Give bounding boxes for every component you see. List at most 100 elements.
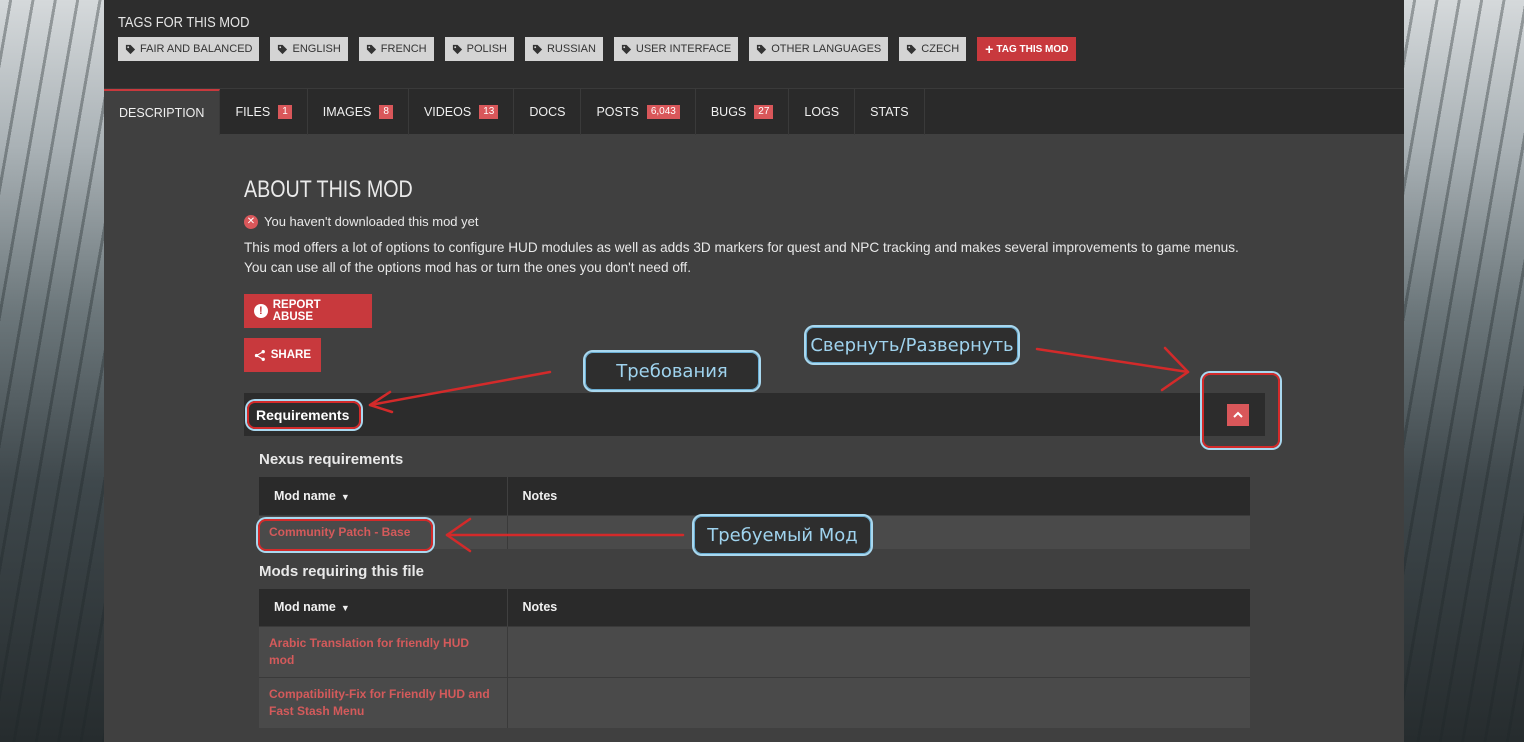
tag-this-mod-button[interactable]: + TAG THIS MOD: [977, 37, 1077, 61]
tab-label: POSTS: [596, 105, 639, 119]
requirements-header[interactable]: Requirements: [244, 393, 1265, 436]
chevron-down-icon: ▼: [340, 491, 350, 502]
tab-docs[interactable]: DOCS: [514, 89, 582, 135]
notes-column-header: Notes: [507, 588, 1250, 627]
tab-label: VIDEOS: [423, 105, 472, 119]
mod-link[interactable]: Arabic Translation for friendly HUD mod: [259, 626, 508, 678]
about-title: ABOUT THIS MOD: [244, 176, 413, 203]
tags-section: TAGS FOR THIS MOD FAIR AND BALANCED ENGL…: [104, 0, 1404, 88]
tag-czech[interactable]: CZECH: [899, 37, 967, 61]
tab-stats[interactable]: STATS: [855, 89, 925, 135]
tag-icon: [621, 44, 631, 54]
tag-russian[interactable]: RUSSIAN: [524, 37, 603, 61]
report-abuse-label: REPORT ABUSE: [272, 299, 321, 323]
mod-tabs: DESCRIPTION FILES 1 IMAGES 8 VIDEOS 13 D…: [104, 88, 1404, 135]
tab-description[interactable]: DESCRIPTION: [104, 89, 221, 135]
tab-videos[interactable]: VIDEOS 13: [409, 89, 515, 135]
mod-name-column-header[interactable]: Mod name ▼: [259, 588, 508, 627]
annotation-required-mod: Требуемый Мод: [692, 514, 873, 556]
tag-icon: [278, 44, 288, 54]
share-button[interactable]: SHARE: [244, 338, 321, 372]
column-label: Mod name: [274, 600, 336, 615]
tab-label: BUGS: [710, 105, 747, 119]
report-abuse-button[interactable]: ! REPORT ABUSE: [244, 294, 372, 328]
table-row: Arabic Translation for friendly HUD mod: [259, 626, 1250, 678]
tab-logs[interactable]: LOGS: [789, 89, 856, 135]
chevron-down-icon: ▼: [340, 603, 350, 614]
count-badge: 27: [754, 105, 774, 119]
notes-cell: [507, 514, 1250, 549]
annotation-collapse: Свернуть/Развернуть: [804, 325, 1020, 365]
tag-icon: [907, 44, 917, 54]
column-label: Mod name: [274, 488, 336, 503]
tab-label: DESCRIPTION: [119, 106, 205, 120]
table-row: Compatibility-Fix for Friendly HUD and F…: [259, 677, 1250, 728]
annotation-text: Требования: [616, 360, 728, 382]
tab-bugs[interactable]: BUGS 27: [696, 89, 790, 135]
tab-label: STATS: [870, 105, 909, 119]
tag-icon: [366, 44, 376, 54]
tab-images[interactable]: IMAGES 8: [308, 89, 409, 135]
tag-user-interface[interactable]: USER INTERFACE: [613, 37, 739, 61]
tag-label: OTHER LANGUAGES: [771, 43, 882, 55]
tag-label: POLISH: [466, 43, 507, 55]
annotation-requirements: Требования: [583, 350, 761, 392]
tag-label: FAIR AND BALANCED: [140, 43, 253, 55]
column-label: Notes: [522, 600, 558, 615]
tag-french[interactable]: FRENCH: [358, 37, 434, 61]
mods-requiring-title: Mods requiring this file: [259, 562, 425, 580]
download-status-text: You haven't downloaded this mod yet: [264, 214, 479, 229]
share-icon: [254, 349, 265, 361]
tab-label: DOCS: [529, 105, 566, 119]
plus-icon: +: [985, 41, 994, 57]
tag-label: USER INTERFACE: [635, 43, 732, 55]
tag-icon: [452, 44, 462, 54]
tag-label: RUSSIAN: [546, 43, 596, 55]
background-forest-left: [0, 0, 104, 742]
tag-fair-and-balanced[interactable]: FAIR AND BALANCED: [118, 37, 260, 61]
table-header-row: Mod name ▼ Notes: [259, 588, 1250, 627]
annotation-text: Требуемый Мод: [707, 524, 858, 546]
exclamation-icon: !: [254, 304, 268, 318]
tag-icon: [532, 44, 543, 54]
not-downloaded-icon: ✕: [244, 214, 258, 229]
mods-requiring-table: Mod name ▼ Notes Arabic Translation for f…: [259, 588, 1250, 728]
column-label: Notes: [522, 488, 558, 503]
tag-icon: [757, 44, 767, 54]
tab-label: IMAGES: [322, 105, 372, 119]
mod-link[interactable]: Compatibility-Fix for Friendly HUD and F…: [259, 677, 508, 728]
count-badge: 13: [479, 105, 499, 119]
tag-label: CZECH: [921, 43, 960, 55]
requirements-panel: Requirements Nexus requirements Mod name…: [244, 393, 1265, 742]
notes-cell: [507, 677, 1250, 728]
notes-column-header: Notes: [507, 477, 1250, 515]
tab-posts[interactable]: POSTS 6,043: [581, 89, 696, 135]
tag-english[interactable]: ENGLISH: [270, 37, 348, 61]
collapse-highlight: [1202, 373, 1280, 448]
requirements-highlight: [247, 401, 361, 429]
count-badge: 6,043: [646, 105, 680, 119]
tag-this-mod-label: TAG THIS MOD: [996, 43, 1069, 55]
count-badge: 8: [379, 105, 393, 119]
tab-files[interactable]: FILES 1: [220, 89, 308, 135]
requirements-body: Nexus requirements Mod name ▼ Notes Commu…: [244, 436, 1265, 728]
required-mod-highlight: [258, 519, 433, 551]
tags-title: TAGS FOR THIS MOD: [118, 14, 250, 31]
tag-polish[interactable]: POLISH: [444, 37, 514, 61]
background-forest-right: [1404, 0, 1524, 742]
tag-other-languages[interactable]: OTHER LANGUAGES: [749, 37, 889, 61]
tab-label: FILES: [235, 105, 271, 119]
tag-label: ENGLISH: [292, 43, 341, 55]
mod-name-column-header[interactable]: Mod name ▼: [259, 477, 508, 515]
mod-description: This mod offers a lot of options to conf…: [244, 240, 1239, 275]
tag-icon: [125, 44, 136, 54]
tags-row: FAIR AND BALANCED ENGLISH FRENCH POLISH …: [118, 37, 1390, 61]
annotation-text: Свернуть/Развернуть: [810, 334, 1014, 356]
count-badge: 1: [278, 105, 292, 119]
nexus-requirements-title: Nexus requirements: [259, 451, 404, 468]
about-content: ABOUT THIS MOD ✕ You haven't downloaded …: [244, 176, 1265, 728]
tag-label: FRENCH: [380, 43, 427, 55]
share-label: SHARE: [270, 349, 311, 361]
notes-cell: [507, 626, 1250, 678]
tab-label: LOGS: [804, 105, 840, 119]
